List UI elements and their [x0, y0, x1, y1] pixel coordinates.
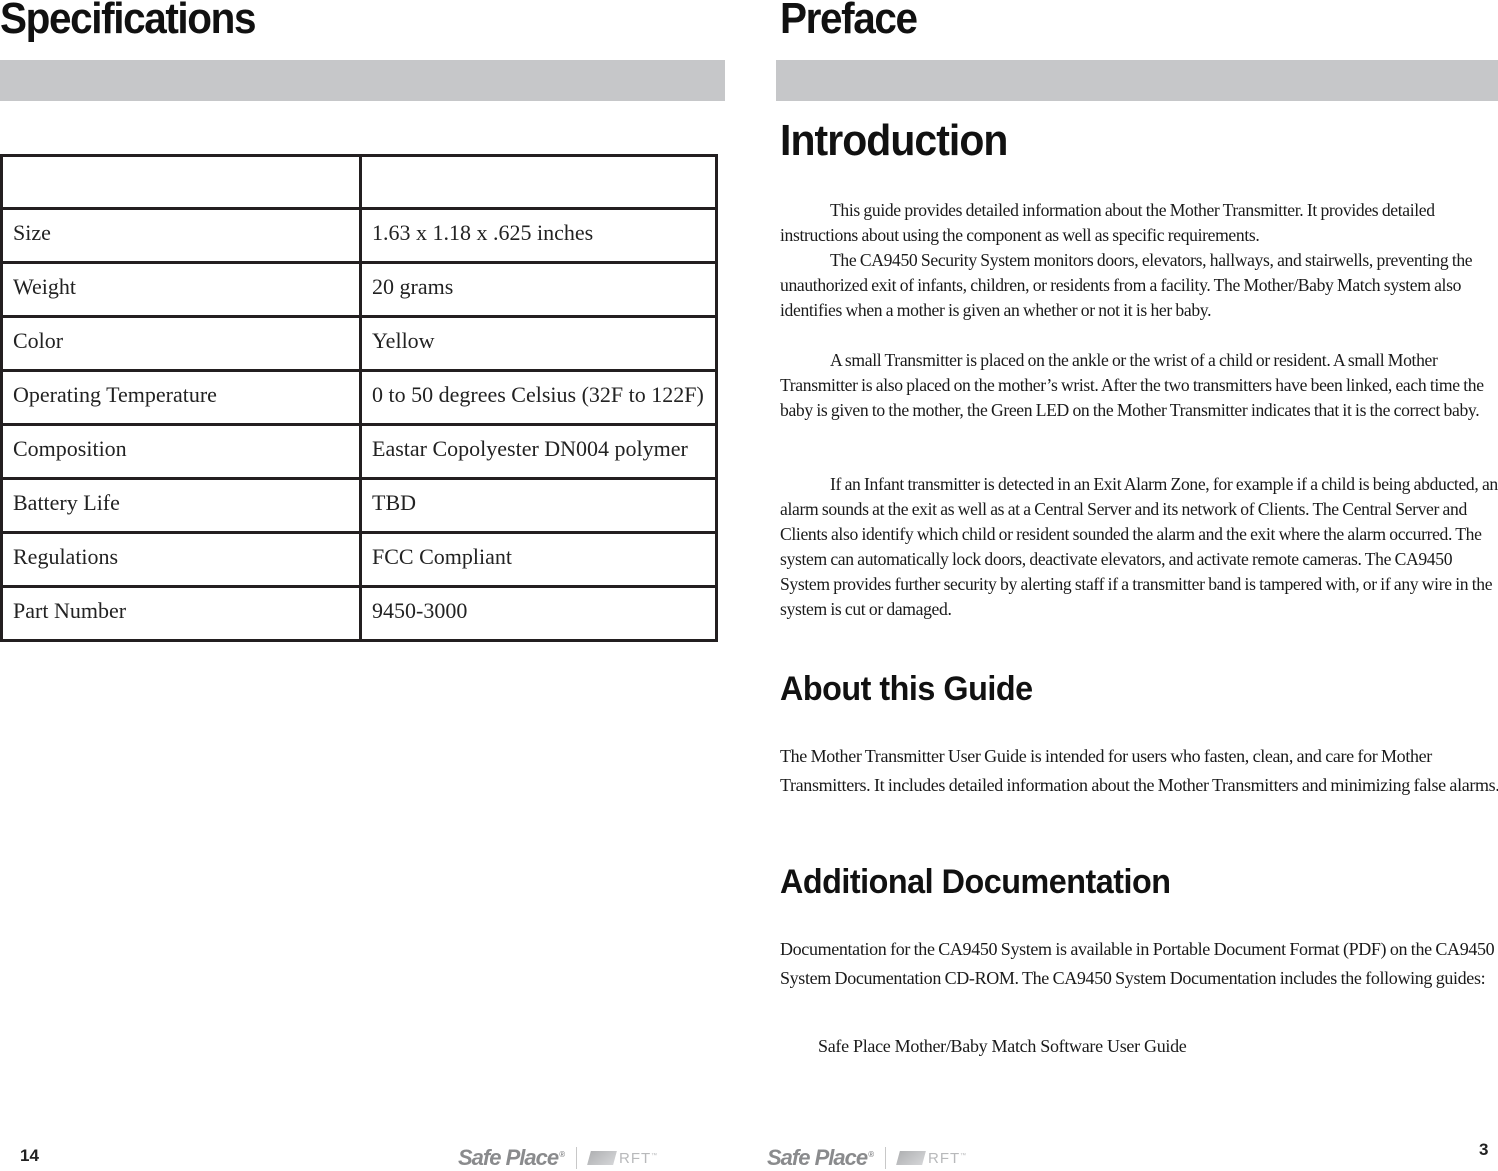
- page-title-preface: Preface: [780, 0, 918, 43]
- spec-label: Part Number: [0, 585, 362, 642]
- spec-label: Weight: [0, 261, 362, 318]
- footer-logo: Safe Place® RFT™: [767, 1145, 967, 1171]
- spec-label: Composition: [0, 423, 362, 480]
- section-heading-introduction: Introduction: [780, 116, 1008, 165]
- table-row: Weight 20 grams: [0, 261, 718, 318]
- logo-divider: [884, 1147, 886, 1169]
- intro-paragraph-2: The CA9450 Security System monitors door…: [780, 250, 1473, 320]
- page-title-specifications: Specifications: [0, 0, 257, 43]
- table-row: Size 1.63 x 1.18 x .625 inches: [0, 207, 718, 264]
- spec-value: 1.63 x 1.18 x .625 inches: [359, 207, 718, 264]
- spec-label: Operating Temperature: [0, 369, 362, 426]
- spec-label: Color: [0, 315, 362, 372]
- header-rule-bar: [776, 60, 1498, 101]
- guide-list-item: Safe Place Mother/Baby Match Software Us…: [818, 1036, 1187, 1056]
- spec-value: 9450-3000: [359, 585, 718, 642]
- table-header-cell: [0, 154, 362, 210]
- intro-paragraph-3: A small Transmitter is placed on the ank…: [780, 350, 1484, 420]
- rft-logo-icon: [896, 1151, 926, 1165]
- section-heading-additional-documentation: Additional Documentation: [780, 863, 1171, 901]
- spec-value: FCC Compliant: [359, 531, 718, 588]
- logo-divider: [575, 1147, 577, 1169]
- safe-place-logo: Safe Place®: [458, 1145, 565, 1170]
- spec-label: Regulations: [0, 531, 362, 588]
- table-header-cell: [359, 154, 718, 210]
- rft-logo-text: RFT™: [618, 1149, 659, 1167]
- intro-paragraph-4: If an Infant transmitter is detected in …: [780, 474, 1498, 619]
- specifications-table: Size 1.63 x 1.18 x .625 inches Weight 20…: [0, 154, 718, 642]
- table-row: Composition Eastar Copolyester DN004 pol…: [0, 423, 718, 480]
- page-number: 14: [20, 1146, 39, 1165]
- right-page: Preface Introduction This guide provides…: [760, 0, 1498, 1170]
- spec-value: Eastar Copolyester DN004 polymer: [359, 423, 718, 480]
- table-row: Color Yellow: [0, 315, 718, 372]
- section-heading-about: About this Guide: [780, 670, 1033, 708]
- table-row: Battery Life TBD: [0, 477, 718, 534]
- spec-value: Yellow: [359, 315, 718, 372]
- spec-value: TBD: [359, 477, 718, 534]
- rft-logo-icon: [587, 1151, 617, 1165]
- additional-paragraph: Documentation for the CA9450 System is a…: [780, 939, 1495, 988]
- spec-label: Size: [0, 207, 362, 264]
- page-number: 3: [1479, 1140, 1489, 1159]
- left-page: Specifications Size 1.63 x 1.18 x .625 i…: [0, 0, 740, 1170]
- table-row: Operating Temperature 0 to 50 degrees Ce…: [0, 369, 718, 426]
- spec-label: Battery Life: [0, 477, 362, 534]
- about-paragraph: The Mother Transmitter User Guide is int…: [780, 746, 1498, 795]
- intro-paragraph-1: This guide provides detailed information…: [780, 200, 1435, 245]
- table-header-row: [0, 154, 718, 210]
- table-row: Part Number 9450-3000: [0, 585, 718, 642]
- spec-value: 0 to 50 degrees Celsius (32F to 122F): [359, 369, 718, 426]
- safe-place-logo: Safe Place®: [767, 1145, 874, 1170]
- spec-value: 20 grams: [359, 261, 718, 318]
- rft-logo-text: RFT™: [927, 1149, 968, 1167]
- header-rule-bar: [0, 60, 725, 101]
- table-row: Regulations FCC Compliant: [0, 531, 718, 588]
- footer-logo: Safe Place® RFT™: [458, 1145, 658, 1171]
